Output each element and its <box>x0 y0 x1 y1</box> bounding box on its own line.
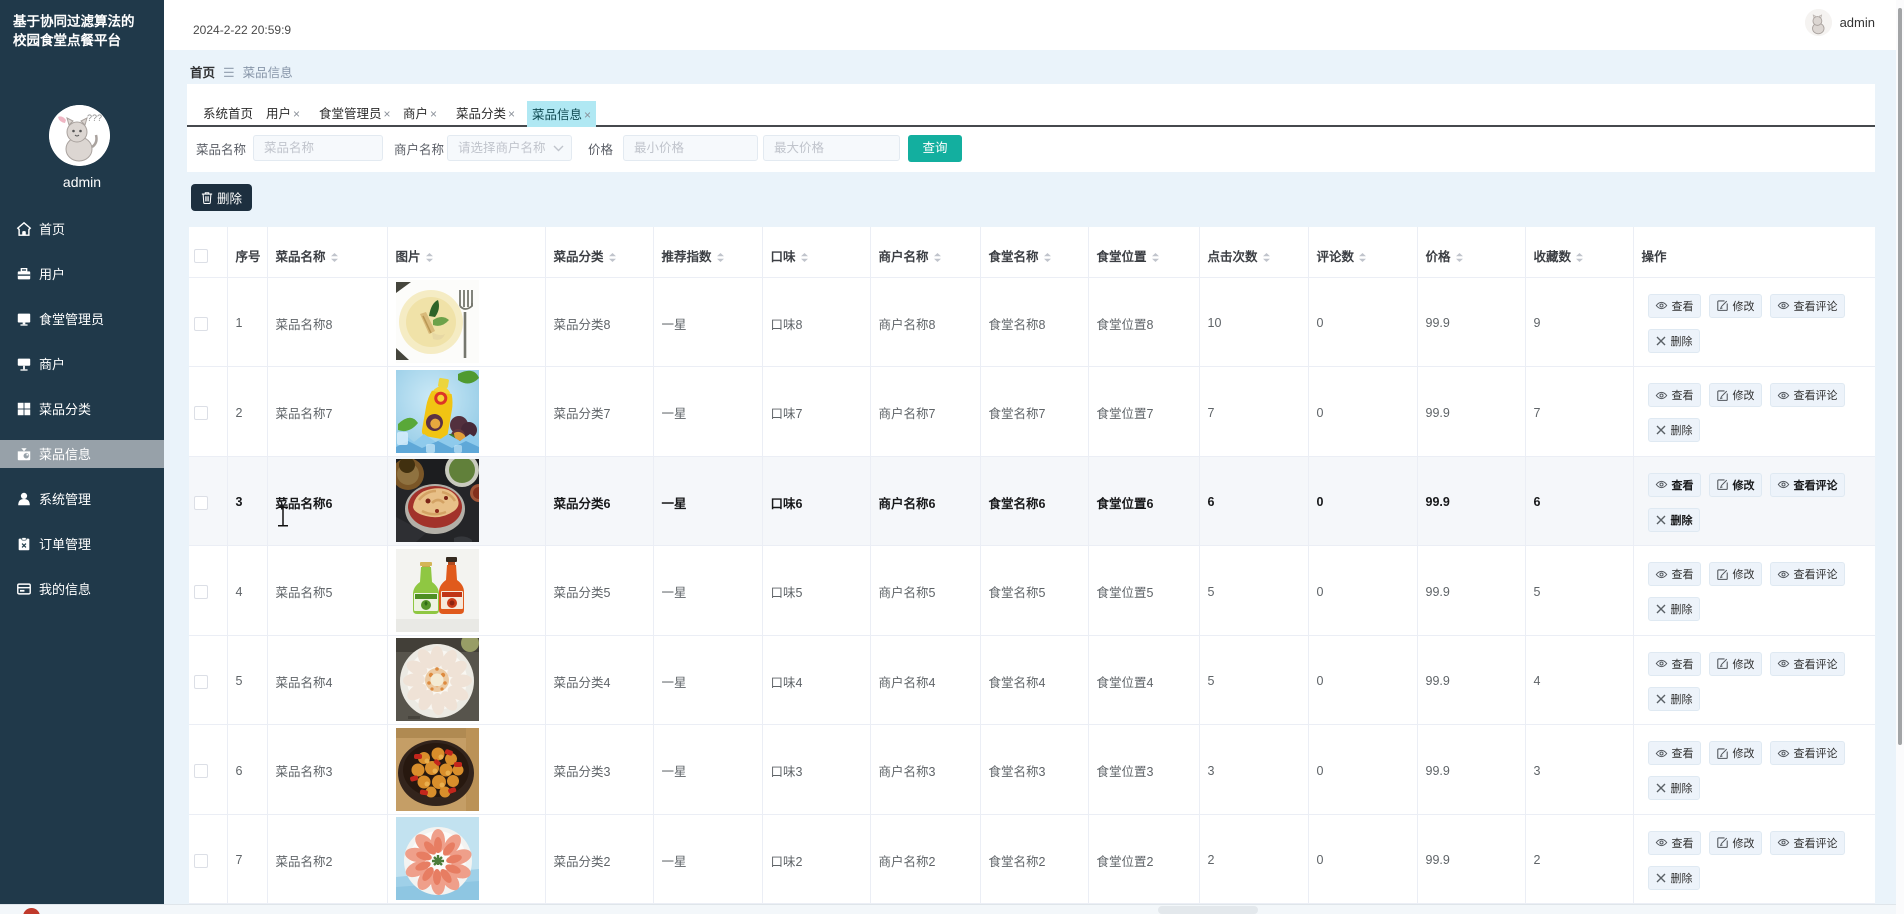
svg-text:???: ??? <box>87 113 102 123</box>
